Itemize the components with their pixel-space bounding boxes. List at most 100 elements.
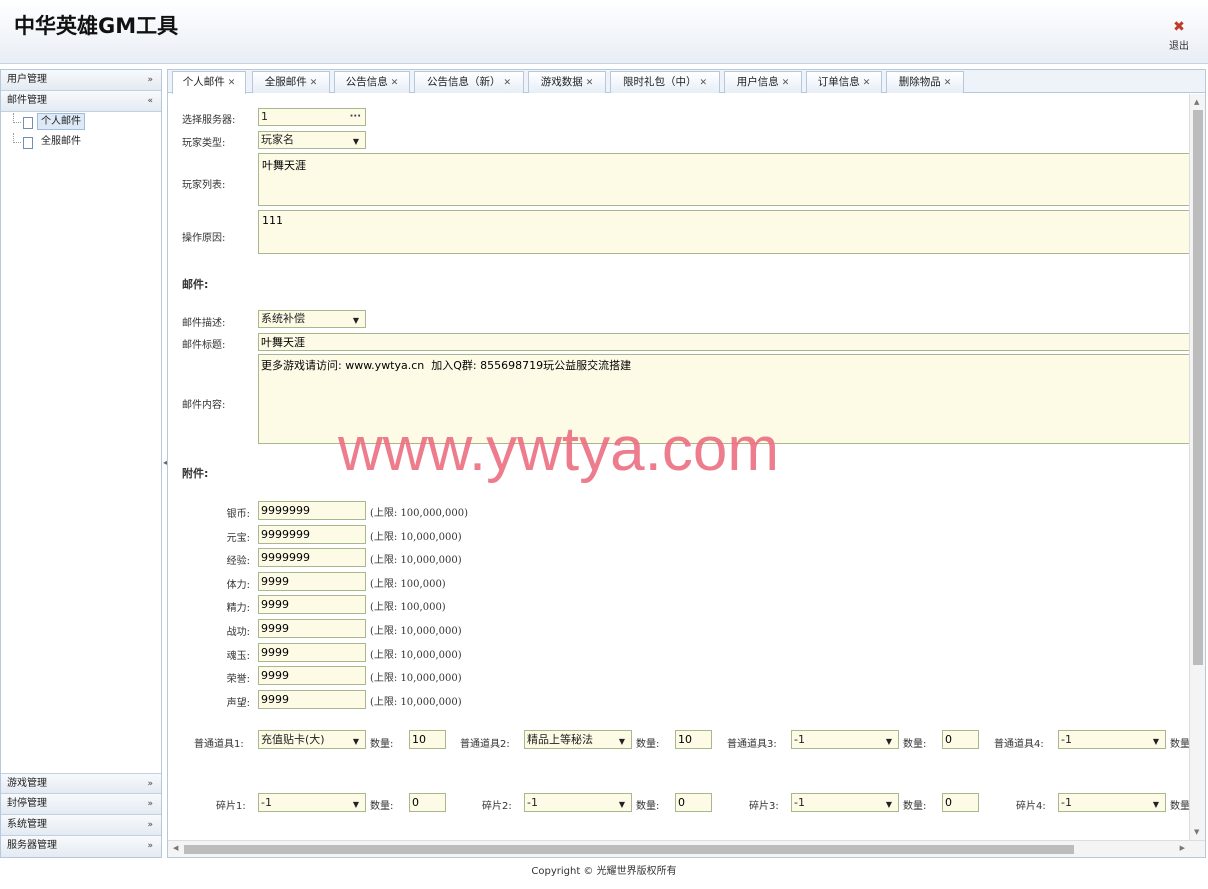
resource-honor-input[interactable] xyxy=(258,666,366,686)
chevron-down-icon: ▼ xyxy=(885,737,892,746)
item-2-label: 普通道具2: xyxy=(460,739,510,750)
resource-honor-label: 荣誉: xyxy=(226,674,250,686)
chevron-up-icon: « xyxy=(147,96,153,106)
personal-mail-form: 选择服务器: 1 ··· 玩家类型: 玩家名 ▼ 玩家列表: 叶舞天涯 操作原因: … xyxy=(168,94,1189,840)
watermark: www.ywtya.com xyxy=(338,415,779,484)
resource-energy-input[interactable] xyxy=(258,595,366,615)
tab-announcement[interactable]: 公告信息 ✕ xyxy=(334,71,410,93)
resource-exp-input[interactable] xyxy=(258,548,366,568)
resource-silver-limit: (上限: 100,000,000) xyxy=(370,508,468,519)
fragment-4-label: 碎片4: xyxy=(1016,801,1046,812)
scrollbar-thumb[interactable] xyxy=(184,845,1074,854)
tab-order-info[interactable]: 订单信息 ✕ xyxy=(806,71,882,93)
tab-global-mail[interactable]: 全服邮件 ✕ xyxy=(252,71,330,93)
player-list-field[interactable]: 叶舞天涯 xyxy=(258,153,1189,206)
fragment-1-qty[interactable] xyxy=(409,793,446,812)
fragment-1-qty-label: 数量: xyxy=(370,801,394,812)
tab-limited-gift[interactable]: 限时礼包（中） ✕ xyxy=(610,71,720,93)
scroll-left-icon[interactable]: ◀ xyxy=(173,844,178,852)
resource-merit-input[interactable] xyxy=(258,619,366,638)
horizontal-scrollbar[interactable]: ◀ ▶ xyxy=(168,840,1205,857)
chevron-down-icon: ▼ xyxy=(352,137,359,146)
chevron-down-icon: ▼ xyxy=(885,800,892,809)
fragment-1-select[interactable]: -1 ▼ xyxy=(258,793,366,812)
item-4-label: 普通道具4: xyxy=(994,739,1044,750)
vertical-scrollbar[interactable]: ▲ ▼ xyxy=(1189,94,1205,840)
resource-silver-input[interactable] xyxy=(258,501,366,520)
close-icon[interactable]: ✕ xyxy=(228,78,236,88)
fragment-2-qty-label: 数量: xyxy=(636,801,660,812)
sidebar-group-system[interactable]: 系统管理 » xyxy=(1,815,161,836)
attachment-section-title: 附件: xyxy=(182,467,209,480)
item-2-qty-label: 数量: xyxy=(636,739,660,750)
fragment-4-select[interactable]: -1 ▼ xyxy=(1058,793,1166,812)
item-1-qty[interactable] xyxy=(409,730,446,749)
sidebar-group-user[interactable]: 用户管理 » xyxy=(1,70,161,91)
mail-title-field[interactable] xyxy=(258,333,1189,351)
player-type-select[interactable]: 玩家名 ▼ xyxy=(258,131,366,149)
logout-label: 退出 xyxy=(1169,41,1189,52)
resource-prestige-input[interactable] xyxy=(258,689,366,709)
resource-stamina-input[interactable] xyxy=(258,571,366,591)
item-3-qty[interactable] xyxy=(942,730,979,749)
fragment-4-qty-label: 数量: xyxy=(1170,801,1189,812)
mail-desc-select[interactable]: 系统补偿 ▼ xyxy=(258,310,366,328)
item-1-select[interactable]: 充值贴卡(大) ▼ xyxy=(258,730,366,749)
fragment-2-select[interactable]: -1 ▼ xyxy=(524,793,632,812)
item-4-select[interactable]: -1 ▼ xyxy=(1058,730,1166,749)
close-icon[interactable]: ✕ xyxy=(391,78,399,88)
fragment-3-select[interactable]: -1 ▼ xyxy=(791,793,899,812)
close-icon[interactable]: ✕ xyxy=(503,78,511,88)
close-icon[interactable]: ✕ xyxy=(863,78,871,88)
sidebar-group-label: 邮件管理 xyxy=(7,95,47,106)
sidebar-group-ban[interactable]: 封停管理 » xyxy=(1,794,161,815)
tab-user-info[interactable]: 用户信息 ✕ xyxy=(724,71,802,93)
logout-button[interactable]: ✖ 退出 xyxy=(1166,20,1192,52)
sidebar-item-personal-mail[interactable]: 个人邮件 xyxy=(1,113,161,133)
scroll-right-icon[interactable]: ▶ xyxy=(1180,844,1185,852)
item-3-select[interactable]: -1 ▼ xyxy=(791,730,899,749)
item-3-label: 普通道具3: xyxy=(727,739,777,750)
chevron-down-icon: » xyxy=(147,779,153,789)
sidebar-group-server[interactable]: 服务器管理 » xyxy=(1,836,161,857)
mail-section-title: 邮件: xyxy=(182,278,209,291)
close-icon[interactable]: ✕ xyxy=(310,78,318,88)
server-picker[interactable]: 1 ··· xyxy=(258,108,366,126)
reason-field[interactable]: 111 xyxy=(258,210,1189,254)
more-icon: ··· xyxy=(349,111,361,122)
resource-stamina-limit: (上限: 100,000) xyxy=(370,578,446,590)
item-4-qty-label: 数量: xyxy=(1170,739,1189,750)
resource-prestige-limit: (上限: 10,000,000) xyxy=(370,696,462,708)
scroll-up-icon[interactable]: ▲ xyxy=(1194,98,1199,106)
fragment-2-qty[interactable] xyxy=(675,793,712,812)
chevron-down-icon: ▼ xyxy=(618,800,625,809)
scroll-down-icon[interactable]: ▼ xyxy=(1194,828,1199,836)
chevron-down-icon: » xyxy=(147,820,153,830)
resource-gold-input[interactable] xyxy=(258,524,366,544)
mail-title-label: 邮件标题: xyxy=(182,340,226,351)
resource-energy-limit: (上限: 100,000) xyxy=(370,602,446,614)
item-2-qty[interactable] xyxy=(675,730,712,749)
close-icon[interactable]: ✕ xyxy=(782,78,790,88)
footer-copyright: Copyright © 光耀世界版权所有 xyxy=(531,866,677,877)
resource-merit-label: 战功: xyxy=(226,627,250,638)
chevron-down-icon: » xyxy=(147,799,153,809)
sidebar-group-game[interactable]: 游戏管理 » xyxy=(1,773,161,794)
tab-delete-items[interactable]: 删除物品 ✕ xyxy=(886,71,964,93)
tab-announcement-new[interactable]: 公告信息（新） ✕ xyxy=(414,71,524,93)
close-icon[interactable]: ✕ xyxy=(699,78,707,88)
fragment-2-label: 碎片2: xyxy=(482,801,512,812)
tab-personal-mail[interactable]: 个人邮件 ✕ xyxy=(172,71,246,94)
sidebar-item-label: 全服邮件 xyxy=(41,136,81,147)
close-icon[interactable]: ✕ xyxy=(586,78,594,88)
resource-soul-jade-input[interactable] xyxy=(258,642,366,662)
fragment-3-qty[interactable] xyxy=(942,793,979,812)
player-list-label: 玩家列表: xyxy=(182,180,226,191)
sidebar-item-global-mail[interactable]: 全服邮件 xyxy=(1,133,161,153)
sidebar-group-mail[interactable]: 邮件管理 « xyxy=(1,91,161,112)
item-2-select[interactable]: 精品上等秘法 ▼ xyxy=(524,730,632,749)
scrollbar-thumb[interactable] xyxy=(1193,110,1203,665)
resource-merit-limit: (上限: 10,000,000) xyxy=(370,626,462,637)
tab-game-data[interactable]: 游戏数据 ✕ xyxy=(528,71,606,93)
close-icon[interactable]: ✕ xyxy=(944,78,952,88)
